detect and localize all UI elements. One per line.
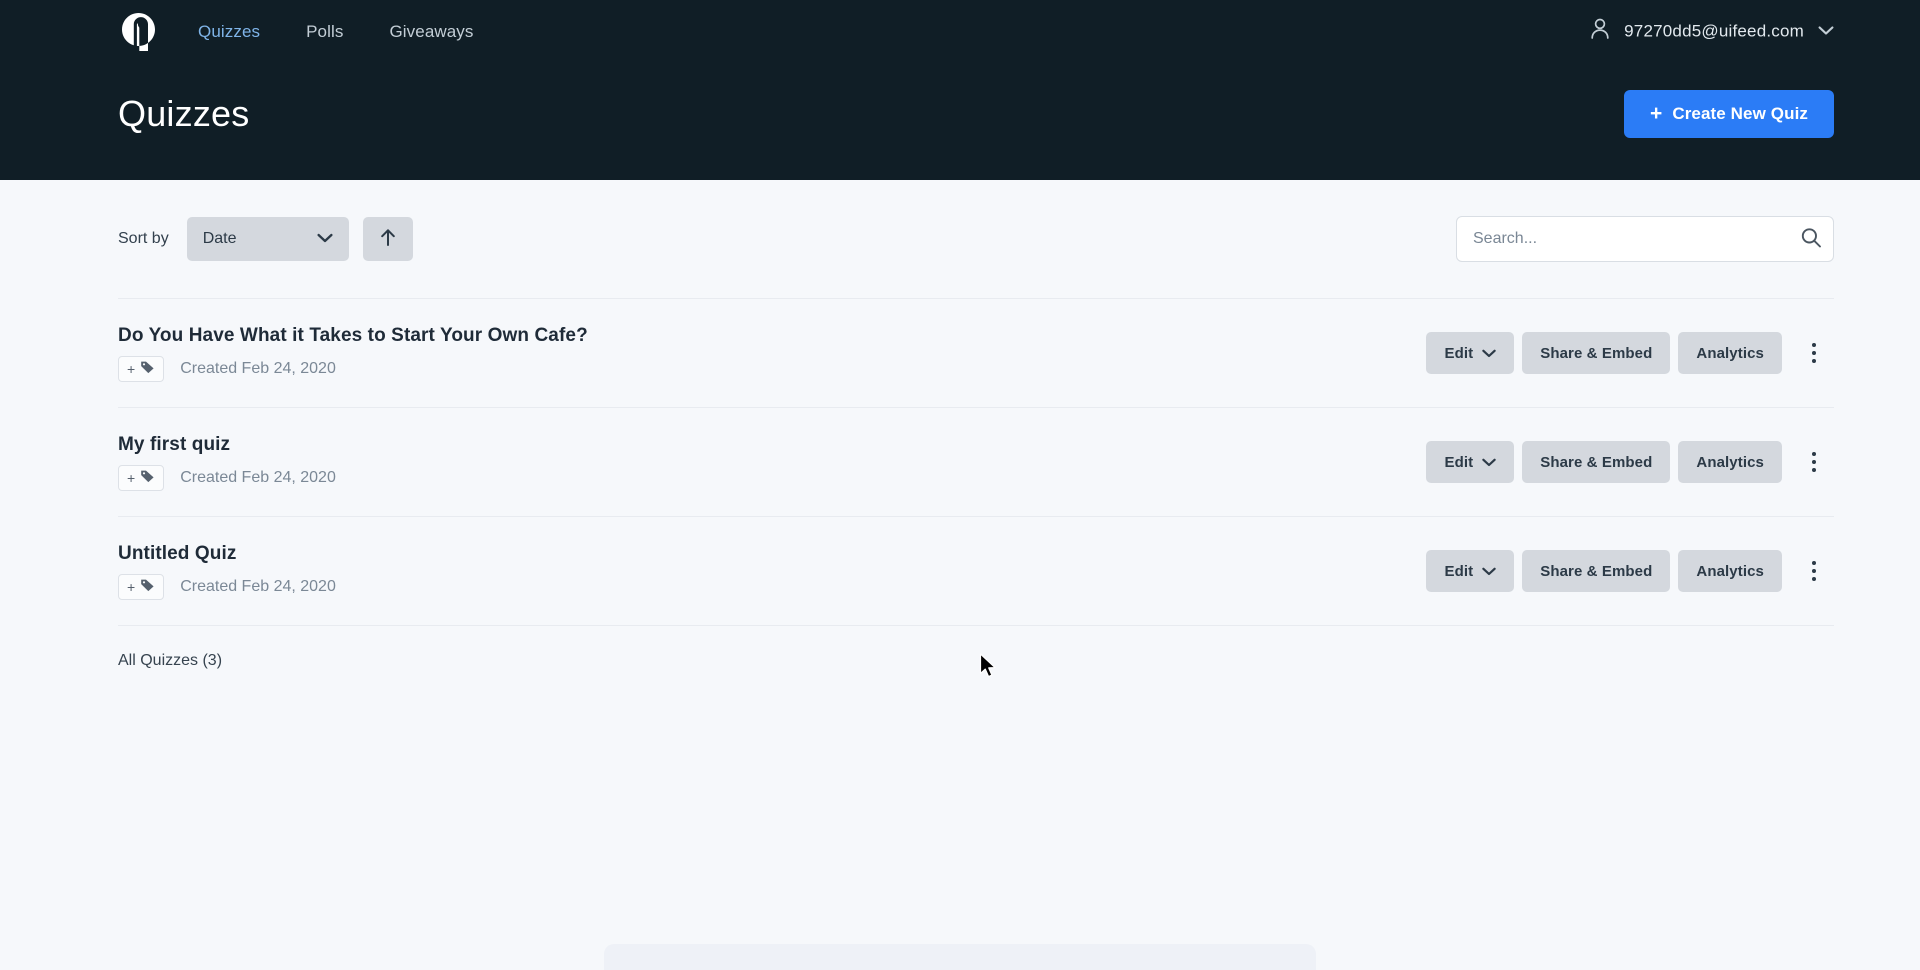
plus-icon: + [127, 469, 136, 486]
tag-icon [140, 469, 155, 486]
list-toolbar: Sort by Date [118, 180, 1834, 298]
edit-button[interactable]: Edit [1426, 550, 1515, 592]
sort-by-label: Sort by [118, 230, 169, 247]
person-icon [1590, 18, 1610, 45]
nav-links: Quizzes Polls Giveaways [198, 23, 474, 40]
brand-logo-icon[interactable] [118, 11, 160, 53]
top-header: Quizzes Polls Giveaways 97270dd5@uifeed.… [0, 0, 1920, 180]
nav-item-quizzes[interactable]: Quizzes [198, 23, 260, 40]
edit-label: Edit [1444, 344, 1474, 362]
account-menu[interactable]: 97270dd5@uifeed.com [1590, 18, 1834, 45]
edit-button[interactable]: Edit [1426, 332, 1515, 374]
share-and-embed-button[interactable]: Share & Embed [1522, 550, 1671, 592]
chevron-down-icon [1482, 454, 1496, 471]
main-navigation: Quizzes Polls Giveaways 97270dd5@uifeed.… [0, 0, 1920, 62]
sort-controls: Sort by Date [118, 217, 413, 261]
plus-icon: + [127, 360, 136, 377]
nav-item-giveaways[interactable]: Giveaways [389, 23, 473, 40]
quiz-info: Untitled Quiz + Created Feb 24, 2020 [118, 543, 336, 600]
arrow-up-icon [380, 228, 396, 250]
page-title: Quizzes [118, 93, 250, 135]
quiz-actions: Edit Share & Embed Analytics [1426, 550, 1832, 592]
analytics-button[interactable]: Analytics [1678, 441, 1782, 483]
search-button[interactable] [1800, 227, 1822, 252]
add-tag-button[interactable]: + [118, 355, 165, 382]
table-row: My first quiz + Created Feb 24, 2020 Edi… [118, 408, 1834, 517]
kebab-menu-icon[interactable] [1796, 332, 1832, 374]
quiz-title[interactable]: My first quiz [118, 434, 336, 456]
all-quizzes-count: All Quizzes (3) [118, 652, 223, 669]
analytics-button[interactable]: Analytics [1678, 550, 1782, 592]
quiz-title[interactable]: Do You Have What it Takes to Start Your … [118, 325, 588, 347]
add-tag-button[interactable]: + [118, 573, 165, 600]
share-and-embed-button[interactable]: Share & Embed [1522, 441, 1671, 483]
tag-icon [140, 360, 155, 377]
quiz-info: My first quiz + Created Feb 24, 2020 [118, 434, 336, 491]
quiz-meta: + Created Feb 24, 2020 [118, 464, 336, 491]
quiz-meta: + Created Feb 24, 2020 [118, 573, 336, 600]
plus-icon: + [1649, 101, 1663, 125]
nav-item-polls[interactable]: Polls [306, 23, 343, 40]
table-row: Untitled Quiz + Created Feb 24, 2020 Edi… [118, 517, 1834, 626]
edit-button[interactable]: Edit [1426, 441, 1515, 483]
quiz-actions: Edit Share & Embed Analytics [1426, 441, 1832, 483]
page-header: Quizzes + Create New Quiz [0, 90, 1920, 138]
sort-select-value: Date [202, 230, 237, 247]
quiz-info: Do You Have What it Takes to Start Your … [118, 325, 588, 382]
chevron-down-icon [317, 230, 333, 248]
analytics-button[interactable]: Analytics [1678, 332, 1782, 374]
kebab-menu-icon[interactable] [1796, 441, 1832, 483]
search-icon [1800, 227, 1822, 252]
search-box [1456, 216, 1834, 262]
quiz-created-date: Created Feb 24, 2020 [180, 577, 336, 595]
bottom-panel-peek [604, 944, 1316, 970]
sort-select[interactable]: Date [186, 217, 349, 261]
tag-icon [140, 578, 155, 595]
chevron-down-icon [1818, 22, 1834, 40]
quiz-title[interactable]: Untitled Quiz [118, 543, 336, 565]
quiz-list: Do You Have What it Takes to Start Your … [118, 298, 1834, 626]
quiz-meta: + Created Feb 24, 2020 [118, 355, 588, 382]
main-content: Sort by Date Search... Do You Have What … [0, 180, 1920, 670]
chevron-down-icon [1482, 563, 1496, 580]
table-row: Do You Have What it Takes to Start Your … [118, 299, 1834, 408]
quiz-actions: Edit Share & Embed Analytics [1426, 332, 1832, 374]
edit-label: Edit [1444, 453, 1474, 471]
quiz-created-date: Created Feb 24, 2020 [180, 359, 336, 377]
edit-label: Edit [1444, 562, 1474, 580]
chevron-down-icon [1482, 345, 1496, 362]
create-new-quiz-button[interactable]: + Create New Quiz [1623, 90, 1834, 138]
share-and-embed-button[interactable]: Share & Embed [1522, 332, 1671, 374]
plus-icon: + [127, 578, 136, 595]
search-input[interactable] [1456, 216, 1834, 262]
add-tag-button[interactable]: + [118, 464, 165, 491]
sort-direction-button[interactable] [362, 217, 413, 261]
kebab-menu-icon[interactable] [1796, 550, 1832, 592]
quiz-created-date: Created Feb 24, 2020 [180, 468, 336, 486]
create-new-quiz-label: Create New Quiz [1672, 104, 1808, 123]
account-email: 97270dd5@uifeed.com [1624, 21, 1804, 40]
